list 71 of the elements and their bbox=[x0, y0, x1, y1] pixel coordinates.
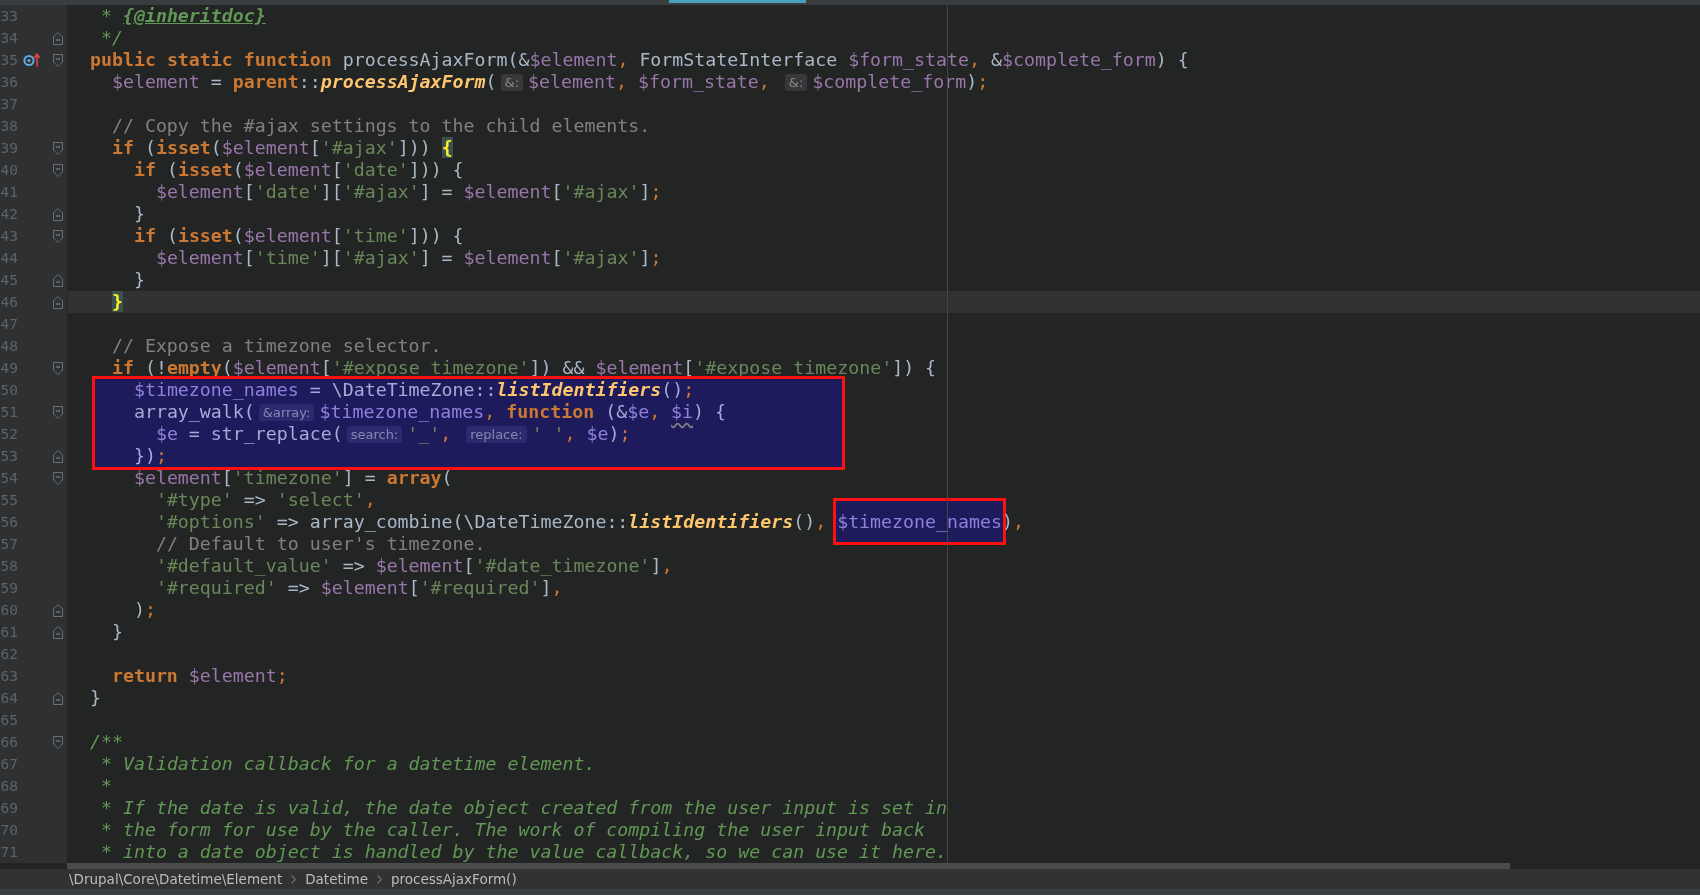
code-text: '_', bbox=[407, 423, 453, 444]
code-text: if (!empty($element['#expose timezone']) && $element['#expose timezone']) { bbox=[111, 357, 937, 378]
code-editor[interactable] bbox=[67, 5, 1700, 863]
code-text: * the form for use by the caller. The work of compiling the user input back bbox=[100, 819, 925, 840]
code-text: } bbox=[133, 269, 145, 290]
code-text: */ bbox=[100, 27, 123, 48]
fold-end-icon[interactable] bbox=[53, 31, 63, 45]
code-text: // Default to user's timezone. bbox=[155, 533, 486, 554]
fold-end-icon[interactable] bbox=[53, 625, 63, 639]
code-text: }); bbox=[133, 445, 167, 466]
breadcrumb-item[interactable]: Datetime bbox=[305, 871, 368, 887]
chevron-icon bbox=[377, 874, 382, 884]
code-text: $complete_form); bbox=[812, 71, 989, 92]
code-text: if (isset($element['date'])) { bbox=[133, 159, 464, 180]
code-text: $element['timezone'] = array( bbox=[133, 467, 453, 488]
fold-icon[interactable] bbox=[53, 163, 63, 177]
code-text: '#default_value' => $element['#date_timezone'], bbox=[155, 555, 673, 576]
scrollbar-thumb[interactable] bbox=[67, 863, 1510, 869]
fold-icon[interactable] bbox=[53, 471, 63, 485]
code-text: * If the date is valid, the date object created from the user input is set in bbox=[100, 797, 947, 818]
fold-icon[interactable] bbox=[53, 735, 63, 749]
code-text: $timezone_names, function (&$e, $i) { bbox=[319, 401, 727, 422]
fold-icon[interactable] bbox=[53, 361, 63, 375]
code-text: * bbox=[100, 775, 112, 796]
fold-end-icon[interactable] bbox=[53, 207, 63, 221]
fold-icon[interactable] bbox=[53, 141, 63, 155]
code-text: /** bbox=[89, 731, 123, 752]
marked-variable: $timezone_names bbox=[833, 498, 1006, 545]
fold-end-icon[interactable] bbox=[53, 449, 63, 463]
code-text: '#options' => array_combine(\DateTimeZone::listIdentifiers(), bbox=[155, 511, 828, 532]
fold-end-icon[interactable] bbox=[53, 691, 63, 705]
fold-icon[interactable] bbox=[53, 405, 63, 419]
fold-end-icon[interactable] bbox=[53, 295, 63, 309]
parameter-hint: &: bbox=[500, 74, 524, 91]
code-text: if (isset($element['#ajax'])) bbox=[111, 137, 432, 158]
code-text: $timezone_names = \DateTimeZone::listIdentifiers(); bbox=[133, 379, 695, 400]
code-text: * Validation callback for a datetime element. bbox=[100, 753, 596, 774]
code-text: array_walk( bbox=[133, 401, 255, 422]
code-text: $element['date']['#ajax'] = $element['#ajax']; bbox=[155, 181, 662, 202]
code-text: } bbox=[133, 203, 145, 224]
code-text: } bbox=[111, 621, 123, 642]
chevron-icon bbox=[291, 874, 297, 884]
parameter-hint: &array: bbox=[258, 404, 315, 421]
code-text: } bbox=[89, 687, 101, 708]
code-text: $e = str_replace( bbox=[155, 423, 343, 444]
code-text: $element = parent::processAjaxForm( bbox=[111, 71, 497, 92]
code-text: $element, $form_state, bbox=[528, 71, 771, 92]
code-text: // Copy the #ajax settings to the child elements. bbox=[111, 115, 651, 136]
parameter-hint: search: bbox=[346, 426, 403, 443]
code-text: $element['time']['#ajax'] = $element['#ajax']; bbox=[155, 247, 662, 268]
breadcrumb-item[interactable]: \Drupal\Core\Datetime\Element bbox=[69, 871, 283, 887]
fold-end-icon[interactable] bbox=[53, 603, 63, 617]
fold-icon[interactable] bbox=[53, 229, 63, 243]
breadcrumb-item[interactable]: processAjaxForm() bbox=[391, 871, 517, 887]
code-text: ' ', $e); bbox=[531, 423, 631, 444]
code-text: if (isset($element['time'])) { bbox=[133, 225, 464, 246]
code-text: * into a date object is handled by the value callback, so we can use it here. bbox=[100, 841, 947, 862]
matched-brace: { bbox=[441, 137, 453, 158]
fold-icon[interactable] bbox=[53, 53, 63, 67]
parameter-hint: replace: bbox=[466, 426, 527, 443]
fold-end-icon[interactable] bbox=[53, 273, 63, 287]
code-text: ); bbox=[133, 599, 156, 620]
code-text: '#required' => $element['#required'], bbox=[155, 577, 563, 598]
code-text: * {@inheritdoc} bbox=[100, 5, 266, 26]
code-text: public static function processAjaxForm(&$element, FormStateInterface $form_state, &$complete_form) { bbox=[89, 49, 1189, 70]
ring-arrow-icon[interactable] bbox=[23, 53, 40, 67]
matched-brace: } bbox=[111, 291, 123, 312]
code-text: '#type' => 'select', bbox=[155, 489, 376, 510]
parameter-hint: &: bbox=[784, 74, 808, 91]
code-text: // Expose a timezone selector. bbox=[111, 335, 442, 356]
code-text: return $element; bbox=[111, 665, 288, 686]
